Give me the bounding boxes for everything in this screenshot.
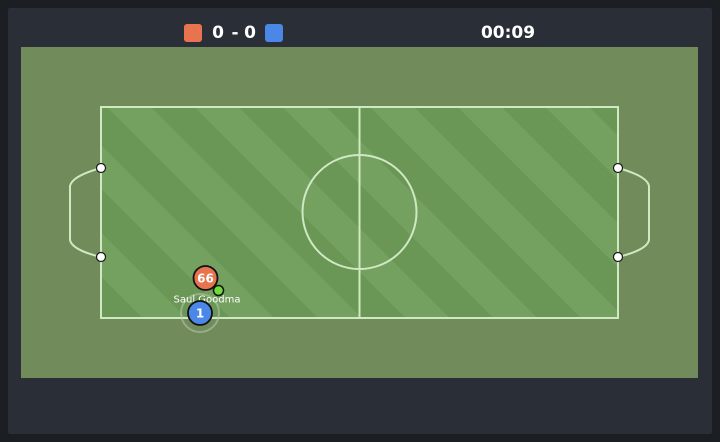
red-player-number: 66 [197,272,214,286]
blue-player: 1 [187,300,213,326]
game-field[interactable]: 66 Saul Goodma 1 [0,0,720,442]
right-goal-post-top [612,162,624,174]
blue-player-number: 1 [196,307,204,321]
left-goal-post-top [95,162,107,174]
left-goal-post-bottom [95,251,107,263]
right-goal-post-bottom [612,251,624,263]
red-player: 66 [192,265,219,291]
